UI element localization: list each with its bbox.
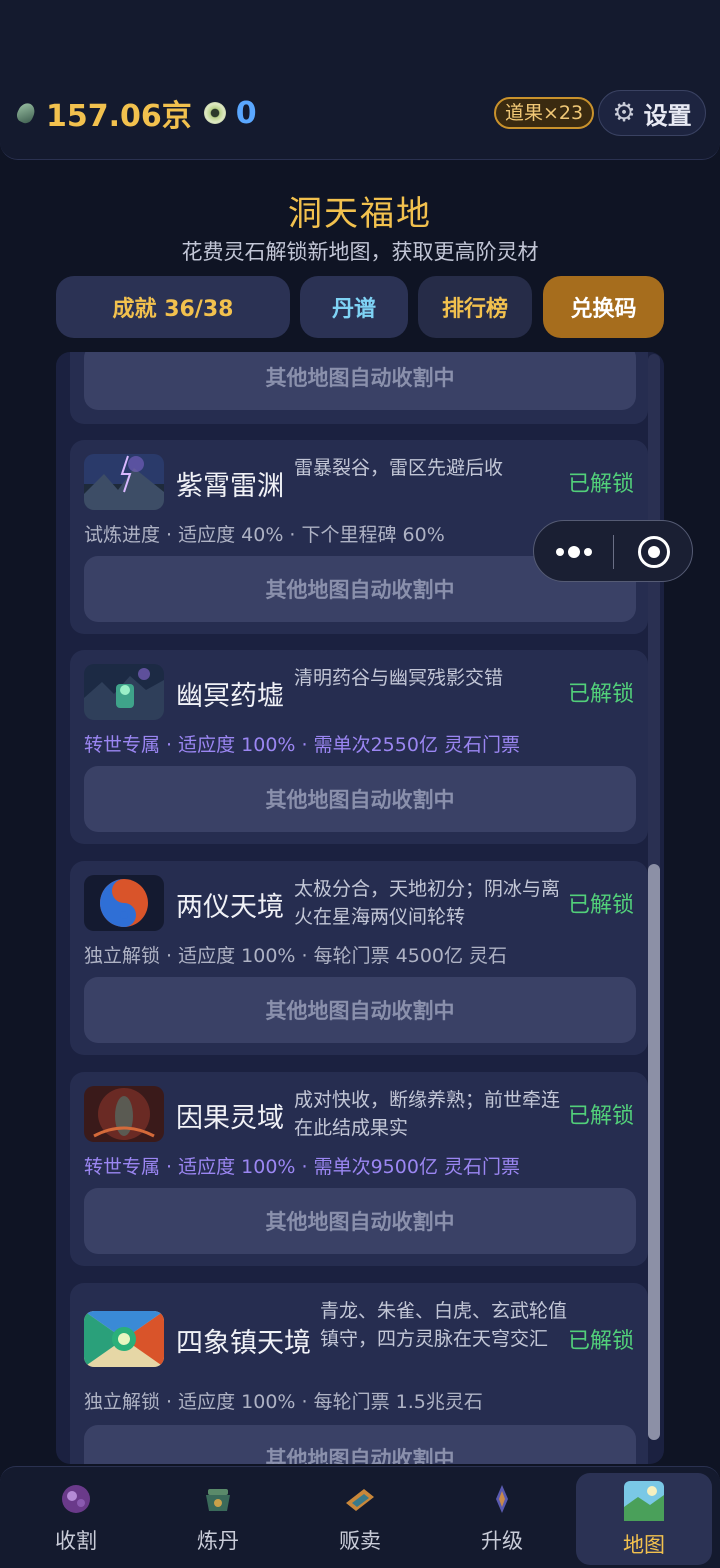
unlock-status: 已解锁 <box>567 682 634 707</box>
unlock-status: 已解锁 <box>567 472 634 497</box>
unlock-status: 已解锁 <box>567 1104 634 1129</box>
map-card: 其他地图自动收割中 <box>70 352 648 424</box>
nav-label: 炼丹 <box>197 1529 239 1553</box>
map-thumbnail <box>84 454 164 510</box>
map-card[interactable]: 幽冥药墟 清明药谷与幽冥残影交错 已解锁 转世专属 · 适应度 100% · 需… <box>70 650 648 844</box>
map-description: 青龙、朱雀、白虎、玄武轮值镇守，四方灵脉在天穹交汇 <box>320 1300 568 1350</box>
spirit-stone-amount: 157.06京 <box>46 99 192 134</box>
eye-currency-icon <box>203 102 226 124</box>
map-meta: 转世专属 · 适应度 100% · 需单次9500亿 灵石门票 <box>84 1156 520 1178</box>
map-name: 幽冥药墟 <box>176 681 284 712</box>
nav-harvest[interactable]: 收割 <box>8 1473 144 1565</box>
map-card[interactable]: 因果灵域 成对快收，断缘养熟；前世牵连在此结成果实 已解锁 转世专属 · 适应度… <box>70 1072 648 1266</box>
spirit-stone-icon <box>14 100 38 126</box>
map-description: 清明药谷与幽冥残影交错 <box>294 667 504 689</box>
miniprogram-capsule <box>533 520 693 582</box>
settings-label: 设置 <box>643 101 692 130</box>
upgrade-icon <box>484 1481 520 1517</box>
map-thumbnail <box>84 664 164 720</box>
unlock-status: 已解锁 <box>567 893 634 918</box>
nav-label: 收割 <box>55 1529 97 1553</box>
map-description: 雷暴裂谷，雷区先避后收 <box>294 457 504 479</box>
auto-harvest-button[interactable]: 其他地图自动收割中 <box>84 1425 636 1464</box>
daoguo-badge[interactable]: 道果×23 <box>494 97 595 129</box>
capsule-divider <box>613 535 614 569</box>
nav-label: 贩卖 <box>339 1529 381 1553</box>
recipes-button[interactable]: 丹谱 <box>300 276 408 338</box>
nav-label: 地图 <box>623 1533 665 1557</box>
auto-harvest-button[interactable]: 其他地图自动收割中 <box>84 1188 636 1254</box>
auto-harvest-button[interactable]: 其他地图自动收割中 <box>84 766 636 832</box>
top-header: 157.06京 0 道果×23 ⚙ 设置 <box>0 0 720 160</box>
map-name: 四象镇天境 <box>176 1328 311 1359</box>
map-thumbnail <box>84 1086 164 1142</box>
map-name: 紫霄雷渊 <box>176 471 284 502</box>
harvest-icon <box>58 1481 94 1517</box>
nav-label: 升级 <box>481 1529 523 1553</box>
map-name: 两仪天境 <box>176 892 284 923</box>
bottom-nav: 收割 炼丹 贩卖 升级 地图 <box>0 1466 720 1568</box>
gear-icon: ⚙ <box>612 98 636 128</box>
map-meta: 试炼进度 · 适应度 40% · 下个里程碑 60% <box>84 524 445 546</box>
tab-bar: 成就 36/38 丹谱 排行榜 兑换码 <box>56 276 664 338</box>
list-scrollbar[interactable] <box>648 354 660 1440</box>
ranking-button[interactable]: 排行榜 <box>418 276 532 338</box>
eye-currency-amount: 0 <box>235 95 257 131</box>
nav-sell[interactable]: 贩卖 <box>292 1473 428 1565</box>
scrollbar-thumb[interactable] <box>648 864 660 1440</box>
settings-button[interactable]: ⚙ 设置 <box>598 90 706 136</box>
map-list[interactable]: 其他地图自动收割中 紫霄雷渊 雷暴裂谷，雷区先避后收 已解锁 试炼进度 · 适应… <box>56 352 664 1464</box>
map-thumbnail <box>84 1311 164 1367</box>
close-miniprogram-icon[interactable] <box>638 536 670 568</box>
map-icon <box>624 1481 664 1521</box>
map-meta: 独立解锁 · 适应度 100% · 每轮门票 1.5兆灵石 <box>84 1391 483 1413</box>
map-thumbnail <box>84 875 164 931</box>
more-icon[interactable] <box>556 545 592 559</box>
cauldron-icon <box>200 1481 236 1517</box>
auto-harvest-button[interactable]: 其他地图自动收割中 <box>84 977 636 1043</box>
nav-upgrade[interactable]: 升级 <box>434 1473 570 1565</box>
nav-alchemy[interactable]: 炼丹 <box>150 1473 286 1565</box>
unlock-status: 已解锁 <box>567 1329 634 1354</box>
currency-bar: 157.06京 0 <box>14 92 257 134</box>
map-description: 太极分合，天地初分；阴冰与离火在星海两仪间轮转 <box>294 878 561 928</box>
scroll-icon <box>342 1481 378 1517</box>
map-meta: 独立解锁 · 适应度 100% · 每轮门票 4500亿 灵石 <box>84 945 508 967</box>
redeem-code-button[interactable]: 兑换码 <box>543 276 664 338</box>
page-title: 洞天福地 <box>288 194 432 234</box>
map-meta: 转世专属 · 适应度 100% · 需单次2550亿 灵石门票 <box>84 734 520 756</box>
map-name: 因果灵域 <box>176 1103 284 1134</box>
auto-harvest-button[interactable]: 其他地图自动收割中 <box>84 352 636 410</box>
nav-map[interactable]: 地图 <box>576 1473 712 1565</box>
map-card[interactable]: 两仪天境 太极分合，天地初分；阴冰与离火在星海两仪间轮转 已解锁 独立解锁 · … <box>70 861 648 1055</box>
achievement-button[interactable]: 成就 36/38 <box>56 276 290 338</box>
page-subtitle: 花费灵石解锁新地图，获取更高阶灵材 <box>181 240 539 264</box>
map-card[interactable]: 四象镇天境 青龙、朱雀、白虎、玄武轮值镇守，四方灵脉在天穹交汇 已解锁 独立解锁… <box>70 1283 648 1464</box>
map-description: 成对快收，断缘养熟；前世牵连在此结成果实 <box>294 1089 561 1139</box>
